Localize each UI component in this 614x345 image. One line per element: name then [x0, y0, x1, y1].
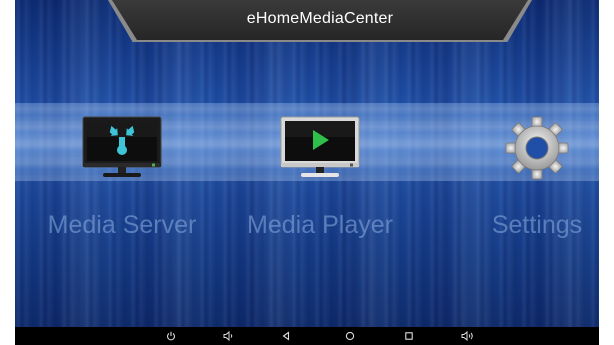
media-player-monitor-icon	[279, 115, 361, 186]
volume-down-icon[interactable]	[220, 329, 236, 343]
media-server-label: Media Server	[47, 211, 197, 239]
home-icon[interactable]	[342, 329, 358, 343]
gear-icon	[501, 115, 573, 186]
back-icon[interactable]	[278, 329, 294, 343]
app-title: eHomeMediaCenter	[246, 10, 394, 27]
power-icon[interactable]	[163, 329, 179, 343]
app-screen: eHomeMediaCenter Media Server Media Play…	[15, 0, 599, 345]
recents-icon[interactable]	[401, 329, 417, 343]
media-player-tile[interactable]: Media Player	[235, 105, 405, 255]
media-server-monitor-icon	[81, 115, 163, 186]
media-server-tile[interactable]: Media Server	[37, 105, 207, 255]
system-nav-bar	[15, 327, 599, 345]
volume-up-icon[interactable]	[459, 329, 475, 343]
settings-tile[interactable]: Settings	[452, 105, 599, 255]
media-player-label: Media Player	[247, 211, 393, 239]
settings-label: Settings	[491, 211, 583, 239]
